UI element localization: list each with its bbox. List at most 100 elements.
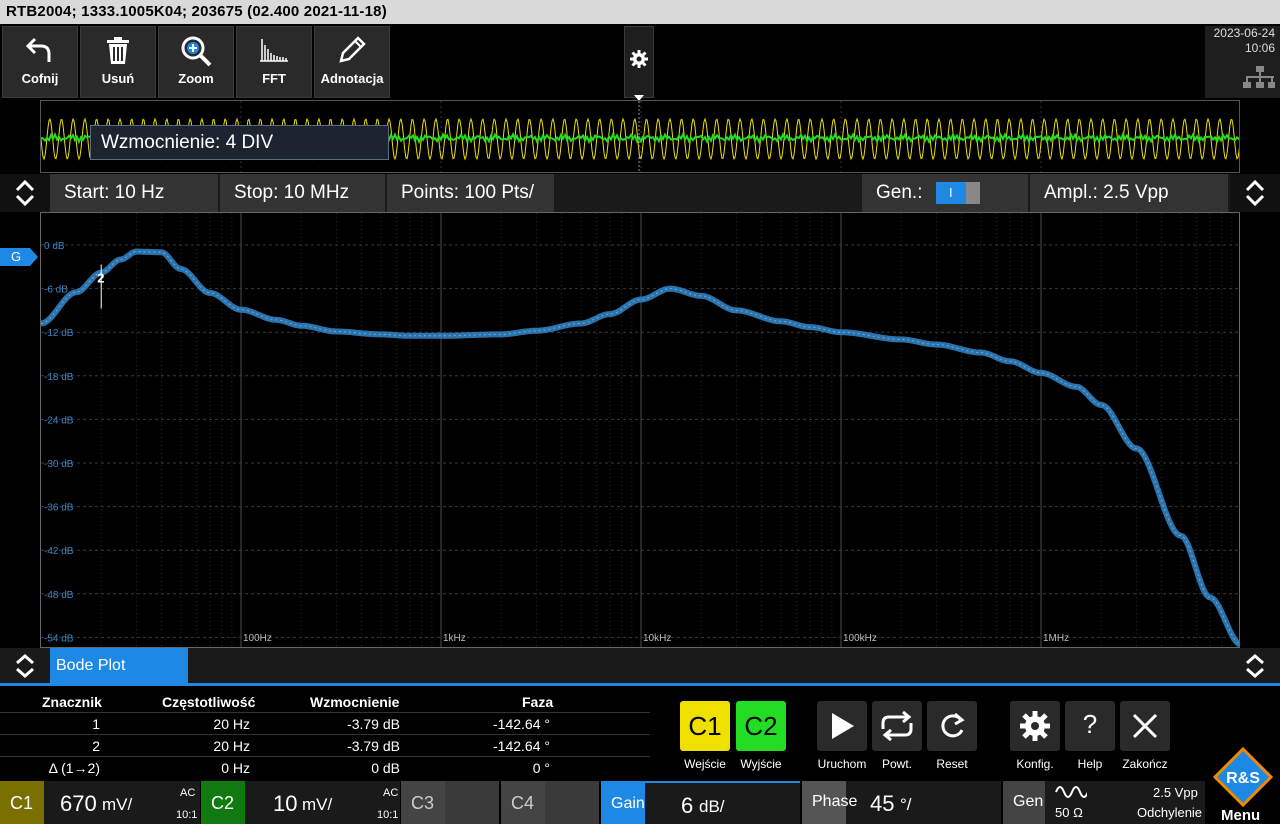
- cell-phase: 0 °: [532, 760, 550, 776]
- gen-tag: Gen: [1003, 781, 1045, 824]
- trash-icon: [81, 27, 155, 71]
- marker-label: 2: [97, 271, 104, 286]
- network-icon: [1210, 66, 1275, 92]
- header-phase: Faza: [522, 694, 554, 710]
- y-tick-label: -6 dB: [44, 285, 68, 296]
- output-channel-button[interactable]: C2: [736, 701, 786, 751]
- y-tick-label: -54 dB: [44, 633, 74, 644]
- fft-icon: [237, 27, 311, 71]
- channel-c4-chip[interactable]: C4: [501, 781, 599, 824]
- help-button[interactable]: ?: [1065, 701, 1115, 751]
- gain-reference-marker[interactable]: G: [0, 248, 38, 266]
- bode-plot-svg: 0 dB -6 dB -12 dB -18 dB -24 dB -30 dB -36 dB -…: [41, 213, 1239, 647]
- phase-tag: Phase: [802, 781, 857, 824]
- gen-toggle-on: I: [935, 182, 966, 204]
- gen-mode: Odchylenie: [1137, 805, 1203, 820]
- gen-amplitude: 2.5 Vpp: [1153, 785, 1198, 800]
- fft-label: FFT: [262, 71, 286, 86]
- c2-scale-value: 10: [273, 791, 298, 816]
- repeat-button[interactable]: [872, 701, 922, 751]
- toolbar: Cofnij Usuń Zoom FFT Adnotacja 2023-06-2…: [0, 24, 1280, 101]
- c1-scale-value: 670: [60, 791, 97, 816]
- gain-tag: Gain: [601, 783, 645, 824]
- zoom-button[interactable]: Zoom: [158, 26, 234, 98]
- settings-gear-button[interactable]: [624, 26, 654, 101]
- cell-frequency: 0 Hz: [221, 760, 250, 776]
- phase-scale-chip[interactable]: Phase 45 °/: [802, 781, 1001, 824]
- delete-label: Usuń: [101, 71, 135, 86]
- x-tick-label: 1kHz: [443, 633, 466, 644]
- stop-frequency-field[interactable]: Stop: 10 MHz: [220, 174, 385, 212]
- input-channel-button[interactable]: C1: [680, 701, 730, 751]
- channel-bar: C1 670 mV/ AC 10:1 C2 10 mV/ AC 10:1 C3 …: [0, 746, 1280, 824]
- x-tick-label: 100kHz: [843, 633, 877, 644]
- scroll-up-down-button-left[interactable]: [0, 174, 50, 212]
- sine-wave-icon: [1055, 785, 1089, 804]
- channel-c2-chip[interactable]: C2 10 mV/ AC 10:1: [201, 781, 400, 824]
- header-frequency: Częstotliwość: [162, 694, 256, 710]
- cell-marker: 2: [92, 738, 100, 754]
- cell-frequency: 20 Hz: [213, 716, 250, 732]
- fft-button[interactable]: FFT: [236, 26, 312, 98]
- exit-label: Zakończ: [1122, 757, 1168, 771]
- y-tick-label: 0 dB: [44, 241, 65, 252]
- gain-scale-chip[interactable]: Gain 6 dB/: [601, 781, 800, 824]
- play-icon: [832, 713, 854, 744]
- exit-button[interactable]: [1120, 701, 1170, 751]
- cell-gain: -3.79 dB: [347, 738, 400, 754]
- gain-scale-value: 6: [681, 793, 694, 818]
- points-field[interactable]: Points: 100 Pts/: [387, 174, 554, 212]
- channel-c1-chip[interactable]: C1 670 mV/ AC 10:1: [0, 781, 200, 824]
- bode-plot-area[interactable]: 0 dB -6 dB -12 dB -18 dB -24 dB -30 dB -36 dB -…: [40, 212, 1240, 648]
- reset-button[interactable]: [927, 701, 977, 751]
- up-down-arrows-icon: [15, 179, 35, 211]
- cell-marker: 1: [92, 716, 100, 732]
- run-button[interactable]: [817, 701, 867, 751]
- gain-marker-label: G: [11, 249, 22, 264]
- gen-toggle-switch[interactable]: I: [935, 182, 980, 204]
- table-row[interactable]: 2 20 Hz -3.79 dB -142.64 °: [0, 735, 650, 757]
- phase-scale-value: 45: [870, 791, 895, 816]
- time-text: 10:06: [1244, 41, 1275, 55]
- cell-phase: -142.64 °: [493, 738, 550, 754]
- up-down-arrows-icon: [1245, 179, 1265, 211]
- annotate-label: Adnotacja: [320, 71, 384, 86]
- generator-chip[interactable]: Gen 50 Ω 2.5 Vpp Odchylenie: [1003, 781, 1205, 824]
- c1-probe: 10:1: [176, 809, 198, 821]
- x-tick-label: 1MHz: [1043, 633, 1069, 644]
- channel-c3-chip[interactable]: C3: [401, 781, 499, 824]
- menu-button[interactable]: R&S Menu: [1205, 746, 1280, 824]
- y-tick-label: -42 dB: [44, 546, 74, 557]
- output-label: Wyjście: [740, 757, 782, 771]
- y-tick-label: -48 dB: [44, 590, 74, 601]
- undo-button[interactable]: Cofnij: [2, 26, 78, 98]
- reset-label: Reset: [936, 757, 968, 771]
- amplitude-field[interactable]: Ampl.: 2.5 Vpp: [1030, 174, 1228, 212]
- table-row[interactable]: 1 20 Hz -3.79 dB -142.64 °: [0, 713, 650, 735]
- c2-scale-unit: mV/: [302, 795, 333, 814]
- close-icon: [1132, 713, 1158, 744]
- tab-bode-plot[interactable]: Bode Plot: [50, 648, 188, 684]
- title-bar: RTB2004; 1333.1005K04; 203675 (02.400 20…: [0, 0, 1280, 24]
- annotate-button[interactable]: Adnotacja: [314, 26, 390, 98]
- tab-scroll-right-button[interactable]: [1230, 648, 1280, 683]
- y-tick-label: -12 dB: [44, 328, 74, 339]
- rs-logo-text: R&S: [1226, 770, 1260, 787]
- start-frequency-field[interactable]: Start: 10 Hz: [50, 174, 218, 212]
- y-tick-label: -18 dB: [44, 372, 74, 383]
- x-tick-label: 100Hz: [243, 633, 272, 644]
- scroll-up-down-button-right[interactable]: [1230, 174, 1280, 212]
- y-tick-label: -30 dB: [44, 459, 74, 470]
- config-button[interactable]: [1010, 701, 1060, 751]
- y-tick-label: -24 dB: [44, 415, 74, 426]
- gear-icon: [1019, 710, 1051, 747]
- table-row-delta[interactable]: Δ (1→2) 0 Hz 0 dB 0 °: [0, 757, 650, 779]
- tab-scroll-left-button[interactable]: [0, 648, 50, 683]
- repeat-icon: [877, 710, 917, 746]
- gen-label: Gen.:: [876, 182, 923, 204]
- generator-toggle-field[interactable]: Gen.: I: [862, 174, 1028, 212]
- cell-frequency: 20 Hz: [213, 738, 250, 754]
- delete-button[interactable]: Usuń: [80, 26, 156, 98]
- reset-icon: [937, 710, 967, 747]
- phase-scale-unit: °/: [900, 795, 912, 814]
